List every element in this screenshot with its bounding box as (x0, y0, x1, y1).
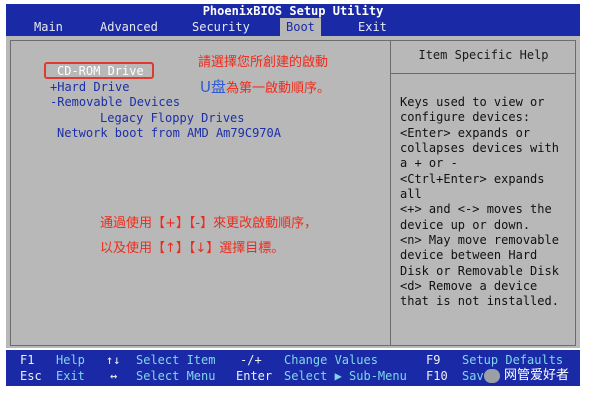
help-line: that is not installed. (400, 294, 559, 308)
help-line: <Ctrl+Enter> expands (400, 172, 545, 186)
help-line: collapses devices with (400, 141, 559, 155)
key-updown: ↑↓ (106, 353, 121, 367)
key-minus-plus: -/+ (240, 353, 262, 367)
key-f10: F10 (426, 369, 448, 383)
annotation-first-boot-text: 為第一啟動順序。 (225, 81, 330, 96)
wechat-logo-icon (484, 368, 500, 383)
boot-item-network[interactable]: Network boot from AMD Am79C970A (57, 126, 281, 141)
help-line: <d> Remove a device (400, 279, 538, 293)
help-line: a + or - (400, 156, 458, 170)
key-f1-desc: Help (56, 353, 85, 367)
help-line: <+> and <-> moves the (400, 202, 552, 216)
key-enter-desc: Select ▶ Sub-Menu (284, 369, 407, 383)
boot-item-floppy[interactable]: Legacy Floppy Drives (100, 111, 245, 126)
annotation-usb-label: U盘 (200, 78, 226, 96)
key-minus-plus-desc: Change Values (284, 353, 378, 367)
help-line: Keys used to view or (400, 95, 545, 109)
boot-item-hard-drive[interactable]: +Hard Drive (50, 80, 129, 95)
menu-security[interactable]: Security (186, 18, 256, 36)
menu-bar: Main Advanced Security Boot Exit (6, 18, 580, 36)
key-enter: Enter (236, 369, 273, 383)
help-title: Item Specific Help (418, 48, 549, 62)
key-esc-desc: Exit (56, 369, 85, 383)
help-line: <Enter> expands or (400, 126, 531, 140)
help-line: device between Hard (400, 248, 538, 262)
key-updown-desc: Select Item (136, 353, 216, 367)
help-line: all (400, 187, 422, 201)
help-line: <n> May move removable (400, 233, 559, 247)
annotation-select-target: 以及使用【↑】【↓】選擇目標。 (100, 241, 285, 256)
annotation-first-boot: U盘為第一啟動順序。 (200, 78, 330, 98)
annotation-select-drive: 請選擇您所創建的啟動 (198, 55, 329, 70)
key-f9: F9 (426, 353, 441, 367)
key-esc: Esc (20, 369, 42, 383)
help-divider (390, 40, 391, 346)
watermark: 网管爱好者 (484, 364, 569, 383)
help-line: configure devices: (400, 110, 531, 124)
boot-item-removable[interactable]: -Removable Devices (50, 95, 180, 110)
annotation-change-order: 通過使用【+】【-】來更改啟動順序， (100, 216, 318, 231)
key-leftright-desc: Select Menu (136, 369, 216, 383)
key-leftright: ↔ (110, 369, 118, 383)
help-line: Disk or Removable Disk (400, 264, 559, 278)
boot-item-cdrom[interactable]: CD-ROM Drive (57, 64, 144, 79)
watermark-text: 网管爱好者 (504, 368, 570, 383)
menu-advanced[interactable]: Advanced (94, 18, 164, 36)
help-line: device up or down. (400, 218, 531, 232)
menu-boot[interactable]: Boot (280, 18, 321, 36)
bios-title: PhoenixBIOS Setup Utility (6, 4, 580, 18)
menu-exit[interactable]: Exit (352, 18, 393, 36)
menu-main[interactable]: Main (28, 18, 69, 36)
help-title-divider (391, 73, 576, 74)
key-f1: F1 (20, 353, 35, 367)
